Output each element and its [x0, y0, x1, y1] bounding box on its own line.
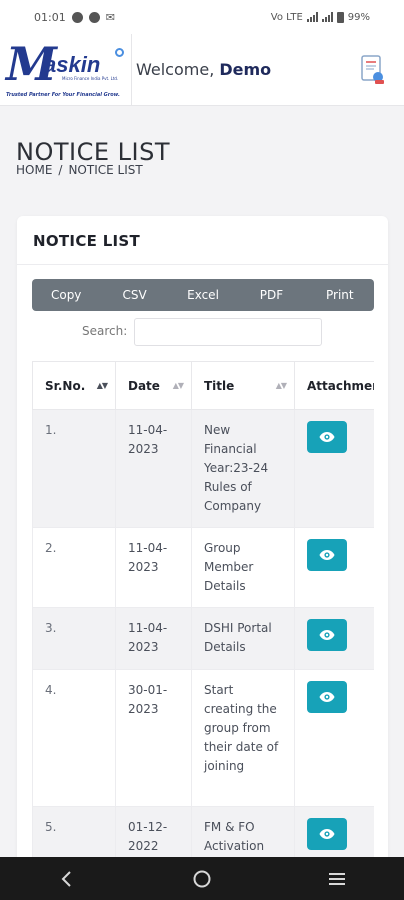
- eye-icon: [319, 630, 335, 640]
- cell-sr-no: 3.: [32, 607, 116, 670]
- clock: 01:01: [34, 10, 66, 24]
- cell-attachment: [294, 607, 374, 670]
- notice-list-card: NOTICE LIST Copy CSV Excel PDF Print Sea…: [17, 216, 388, 900]
- table-row: 3. 11-04-2023 DSHI Portal Details: [32, 607, 374, 670]
- signal-icon: [306, 12, 318, 22]
- sync-icon: [88, 11, 100, 23]
- card-title: NOTICE LIST: [33, 232, 141, 250]
- profile-document-icon[interactable]: [358, 54, 386, 86]
- copy-button[interactable]: Copy: [32, 279, 100, 311]
- breadcrumb-home[interactable]: HOME: [16, 163, 52, 177]
- registered-icon: [115, 47, 124, 57]
- logo-tagline: Trusted Partner For Your Financial Grow.: [6, 91, 120, 98]
- breadcrumb-current: NOTICE LIST: [68, 163, 143, 177]
- user-name: Demo: [219, 60, 272, 79]
- system-nav-bar: [0, 857, 404, 900]
- recents-nav-icon[interactable]: [317, 864, 357, 894]
- sort-icon: ▲▼: [275, 381, 287, 390]
- column-attachment-label: Attachment: [307, 378, 374, 393]
- eye-icon: [319, 432, 335, 442]
- column-date-label: Date: [128, 378, 160, 393]
- notification-icon: [71, 11, 83, 23]
- back-nav-icon[interactable]: [47, 864, 87, 894]
- welcome-text: Welcome, Demo: [136, 60, 271, 79]
- table-row: 4. 30-01-2023 Start creating the group f…: [32, 669, 374, 807]
- column-header-sr-no[interactable]: Sr.No. ▲▼: [32, 361, 116, 410]
- print-button[interactable]: Print: [306, 279, 374, 311]
- app-header: M askin Micro Finance India Pvt. Ltd. Tr…: [0, 33, 404, 106]
- cell-date: 30-01-2023: [115, 669, 192, 807]
- eye-icon: [319, 550, 335, 560]
- view-attachment-button[interactable]: [307, 539, 347, 571]
- cell-date: 11-04-2023: [115, 409, 192, 528]
- eye-icon: [319, 692, 335, 702]
- network-type: Vo LTE: [270, 11, 303, 23]
- sort-asc-icon: ▲▼: [96, 381, 108, 390]
- export-button-group: Copy CSV Excel PDF Print: [32, 279, 374, 311]
- battery-icon: [336, 11, 344, 23]
- search-label: Search:: [82, 324, 128, 338]
- column-header-attachment[interactable]: Attachment: [294, 361, 374, 410]
- sort-icon: ▲▼: [172, 381, 184, 390]
- signal-icon-2: [321, 12, 333, 22]
- cell-date: 11-04-2023: [115, 527, 192, 608]
- cell-title: Start creating the group from their date…: [191, 669, 295, 807]
- cell-title: DSHI Portal Details: [191, 607, 295, 670]
- status-bar: 01:01 ✉ Vo LTE 99%: [0, 0, 404, 34]
- view-attachment-button[interactable]: [307, 681, 347, 713]
- cell-title: New Financial Year:23-24 Rules of Compan…: [191, 409, 295, 528]
- welcome-prefix: Welcome,: [136, 60, 215, 79]
- column-header-date[interactable]: Date ▲▼: [115, 361, 192, 410]
- table-row: 2. 11-04-2023 Group Member Details: [32, 527, 374, 608]
- csv-button[interactable]: CSV: [100, 279, 168, 311]
- pdf-button[interactable]: PDF: [237, 279, 305, 311]
- home-nav-icon[interactable]: [182, 864, 222, 894]
- breadcrumb: HOME / NOTICE LIST: [16, 163, 143, 177]
- view-attachment-button[interactable]: [307, 818, 347, 850]
- view-attachment-button[interactable]: [307, 619, 347, 651]
- eye-icon: [319, 829, 335, 839]
- notice-table-wrapper[interactable]: Sr.No. ▲▼ Date ▲▼ Title ▲▼ Attachment: [32, 361, 374, 900]
- cell-sr-no: 2.: [32, 527, 116, 608]
- column-title-label: Title: [204, 378, 235, 393]
- table-row: 1. 11-04-2023 New Financial Year:23-24 R…: [32, 409, 374, 528]
- breadcrumb-separator: /: [58, 163, 63, 177]
- mail-icon: ✉: [105, 10, 115, 24]
- table-header-row: Sr.No. ▲▼ Date ▲▼ Title ▲▼ Attachment: [32, 361, 374, 410]
- column-header-title[interactable]: Title ▲▼: [191, 361, 295, 410]
- logo-word: askin: [44, 51, 101, 77]
- column-sr-no-label: Sr.No.: [45, 378, 86, 393]
- battery-percent: 99%: [347, 11, 370, 23]
- cell-title: Group Member Details: [191, 527, 295, 608]
- notice-table: Sr.No. ▲▼ Date ▲▼ Title ▲▼ Attachment: [32, 361, 374, 877]
- view-attachment-button[interactable]: [307, 421, 347, 453]
- cell-date: 11-04-2023: [115, 607, 192, 670]
- cell-sr-no: 4.: [32, 669, 116, 807]
- cell-attachment: [294, 527, 374, 608]
- search-input[interactable]: [134, 318, 322, 346]
- excel-button[interactable]: Excel: [169, 279, 237, 311]
- cell-attachment: [294, 409, 374, 528]
- card-divider: [17, 264, 388, 265]
- cell-sr-no: 1.: [32, 409, 116, 528]
- page-title: NOTICE LIST: [16, 138, 170, 166]
- cell-attachment: [294, 669, 374, 807]
- company-logo[interactable]: M askin Micro Finance India Pvt. Ltd. Tr…: [0, 33, 132, 106]
- logo-subtitle: Micro Finance India Pvt. Ltd.: [62, 75, 119, 81]
